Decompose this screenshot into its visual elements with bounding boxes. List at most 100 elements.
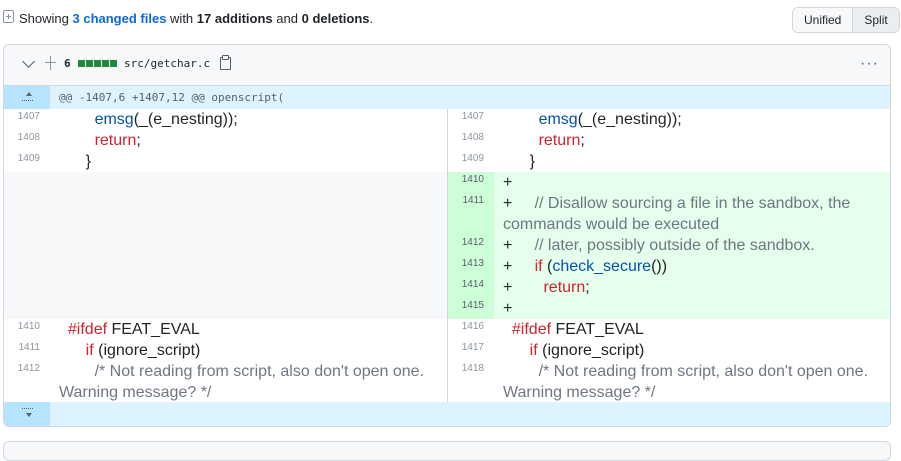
code-text: #ifdef FEAT_EVAL xyxy=(59,319,441,340)
diff-summary-text: Showing 3 changed files with 17 addition… xyxy=(19,11,373,26)
line-number[interactable]: 1418 xyxy=(448,361,494,403)
code-token: FEAT_EVAL xyxy=(551,321,644,338)
line-number[interactable]: 1415 xyxy=(448,298,494,319)
hunk-footer xyxy=(4,402,890,426)
file-diff: 6 src/getchar.c ··· @@ -1407,6 +1407,12 … xyxy=(3,44,891,427)
next-file-diff xyxy=(3,441,891,461)
diff-right-side: 1407 emsg(_(e_nesting)); 1408 return; 1409… xyxy=(447,109,890,403)
code-text: emsg(_(e_nesting)); xyxy=(59,109,441,130)
code-token: } xyxy=(529,153,536,170)
line-number[interactable]: 1411 xyxy=(4,340,50,361)
diff-line-added: 1413 + if (check_secure()) xyxy=(448,256,890,277)
code-token: + xyxy=(503,174,513,191)
code-text: return; xyxy=(503,130,885,151)
diff-line-empty xyxy=(4,193,447,235)
code-token: FEAT_EVAL xyxy=(107,321,200,338)
diff-line-added: 1412 + // later, possibly outside of the … xyxy=(448,235,890,256)
code-token: ; xyxy=(136,132,141,149)
line-number[interactable]: 1410 xyxy=(448,172,494,193)
diffstat-block xyxy=(102,60,109,67)
diff-line-empty xyxy=(4,277,447,298)
line-number[interactable] xyxy=(4,277,50,298)
diff-line: 1410 #ifdef FEAT_EVAL xyxy=(4,319,447,340)
diff-line: 1408 return; xyxy=(4,130,447,151)
code-text: + if (check_secure()) xyxy=(503,256,885,277)
expand-down-button[interactable] xyxy=(4,402,50,426)
code-text: /* Not reading from script, also don't o… xyxy=(503,361,885,403)
diff-line: 1411 if (ignore_script) xyxy=(4,340,447,361)
hunk-header-text: @@ -1407,6 +1407,12 @@ openscript( xyxy=(59,91,285,104)
code-token: (_(e_nesting)); xyxy=(577,111,682,128)
line-number[interactable]: 1409 xyxy=(4,151,50,172)
code-text: } xyxy=(503,151,885,172)
diffstat-block xyxy=(78,60,85,67)
expand-up-button[interactable] xyxy=(4,86,50,109)
copy-clipboard-icon[interactable] xyxy=(220,55,231,70)
diff-line: 1409 } xyxy=(4,151,447,172)
code-token: /* Not reading from script, also don't o… xyxy=(503,363,873,401)
diff-view-toggle: Unified Split xyxy=(792,7,900,33)
code-token: return xyxy=(543,279,586,296)
code-token: + xyxy=(503,237,535,254)
unified-view-button[interactable]: Unified xyxy=(793,8,854,32)
file-name-link[interactable]: src/getchar.c xyxy=(124,57,210,70)
line-number[interactable] xyxy=(4,298,50,319)
hunk-header: @@ -1407,6 +1407,12 @@ openscript( xyxy=(4,86,890,109)
line-number[interactable] xyxy=(4,235,50,256)
diff-line-empty xyxy=(4,298,447,319)
diff-line-added: 1411 + // Disallow sourcing a file in the… xyxy=(448,193,890,235)
line-number[interactable]: 1412 xyxy=(4,361,50,403)
diff-line: 1408 return; xyxy=(448,130,890,151)
code-text: + xyxy=(503,298,885,319)
summary-showing: Showing xyxy=(19,11,69,26)
line-number[interactable]: 1407 xyxy=(4,109,50,130)
code-text: + // Disallow sourcing a file in the san… xyxy=(503,193,885,235)
chevron-down-icon[interactable] xyxy=(22,55,35,68)
diff-line: 1417 if (ignore_script) xyxy=(448,340,890,361)
code-token: + xyxy=(503,279,544,296)
expand-down-icon xyxy=(22,407,33,419)
code-token: (ignore_script) xyxy=(537,342,645,359)
line-number[interactable]: 1414 xyxy=(448,277,494,298)
code-token: if xyxy=(85,342,94,359)
line-number[interactable]: 1416 xyxy=(448,319,494,340)
code-token: + xyxy=(503,195,535,212)
line-number[interactable]: 1413 xyxy=(448,256,494,277)
expand-up-icon xyxy=(22,91,33,103)
diffstat-block xyxy=(110,60,117,67)
diffstat-block xyxy=(86,60,93,67)
code-token: /* Not reading from script, also don't o… xyxy=(59,363,429,401)
diff-line-empty xyxy=(4,256,447,277)
code-token: (_(e_nesting)); xyxy=(133,111,238,128)
line-number[interactable] xyxy=(4,172,50,193)
line-number[interactable]: 1407 xyxy=(448,109,494,130)
changed-files-link[interactable]: 3 changed files xyxy=(73,11,167,26)
line-number[interactable]: 1410 xyxy=(4,319,50,340)
code-token: + xyxy=(503,258,535,275)
summary-and: and xyxy=(276,11,298,26)
line-number[interactable] xyxy=(4,256,50,277)
split-view-button[interactable]: Split xyxy=(853,8,899,32)
expand-all-icon[interactable] xyxy=(44,55,57,71)
line-number[interactable]: 1412 xyxy=(448,235,494,256)
code-text: if (ignore_script) xyxy=(503,340,885,361)
code-token: ( xyxy=(542,258,553,275)
code-token: return xyxy=(538,132,581,149)
code-text: return; xyxy=(59,130,441,151)
line-number[interactable]: 1417 xyxy=(448,340,494,361)
diff-line-added: 1415 + xyxy=(448,298,890,319)
line-number[interactable]: 1408 xyxy=(448,130,494,151)
summary-period: . xyxy=(369,11,374,26)
diff-line: 1407 emsg(_(e_nesting)); xyxy=(448,109,890,130)
code-token: check_secure xyxy=(552,258,652,275)
diff-line-empty xyxy=(4,172,447,193)
kebab-menu-icon[interactable]: ··· xyxy=(860,55,879,73)
code-token: // Disallow sourcing a file in the sandb… xyxy=(503,195,855,233)
line-number[interactable]: 1408 xyxy=(4,130,50,151)
code-token: (ignore_script) xyxy=(93,342,201,359)
summary-with: with xyxy=(170,11,194,26)
line-number[interactable]: 1411 xyxy=(448,193,494,235)
diff-summary-bar: Showing 3 changed files with 17 addition… xyxy=(0,0,901,38)
line-number[interactable] xyxy=(4,193,50,235)
line-number[interactable]: 1409 xyxy=(448,151,494,172)
